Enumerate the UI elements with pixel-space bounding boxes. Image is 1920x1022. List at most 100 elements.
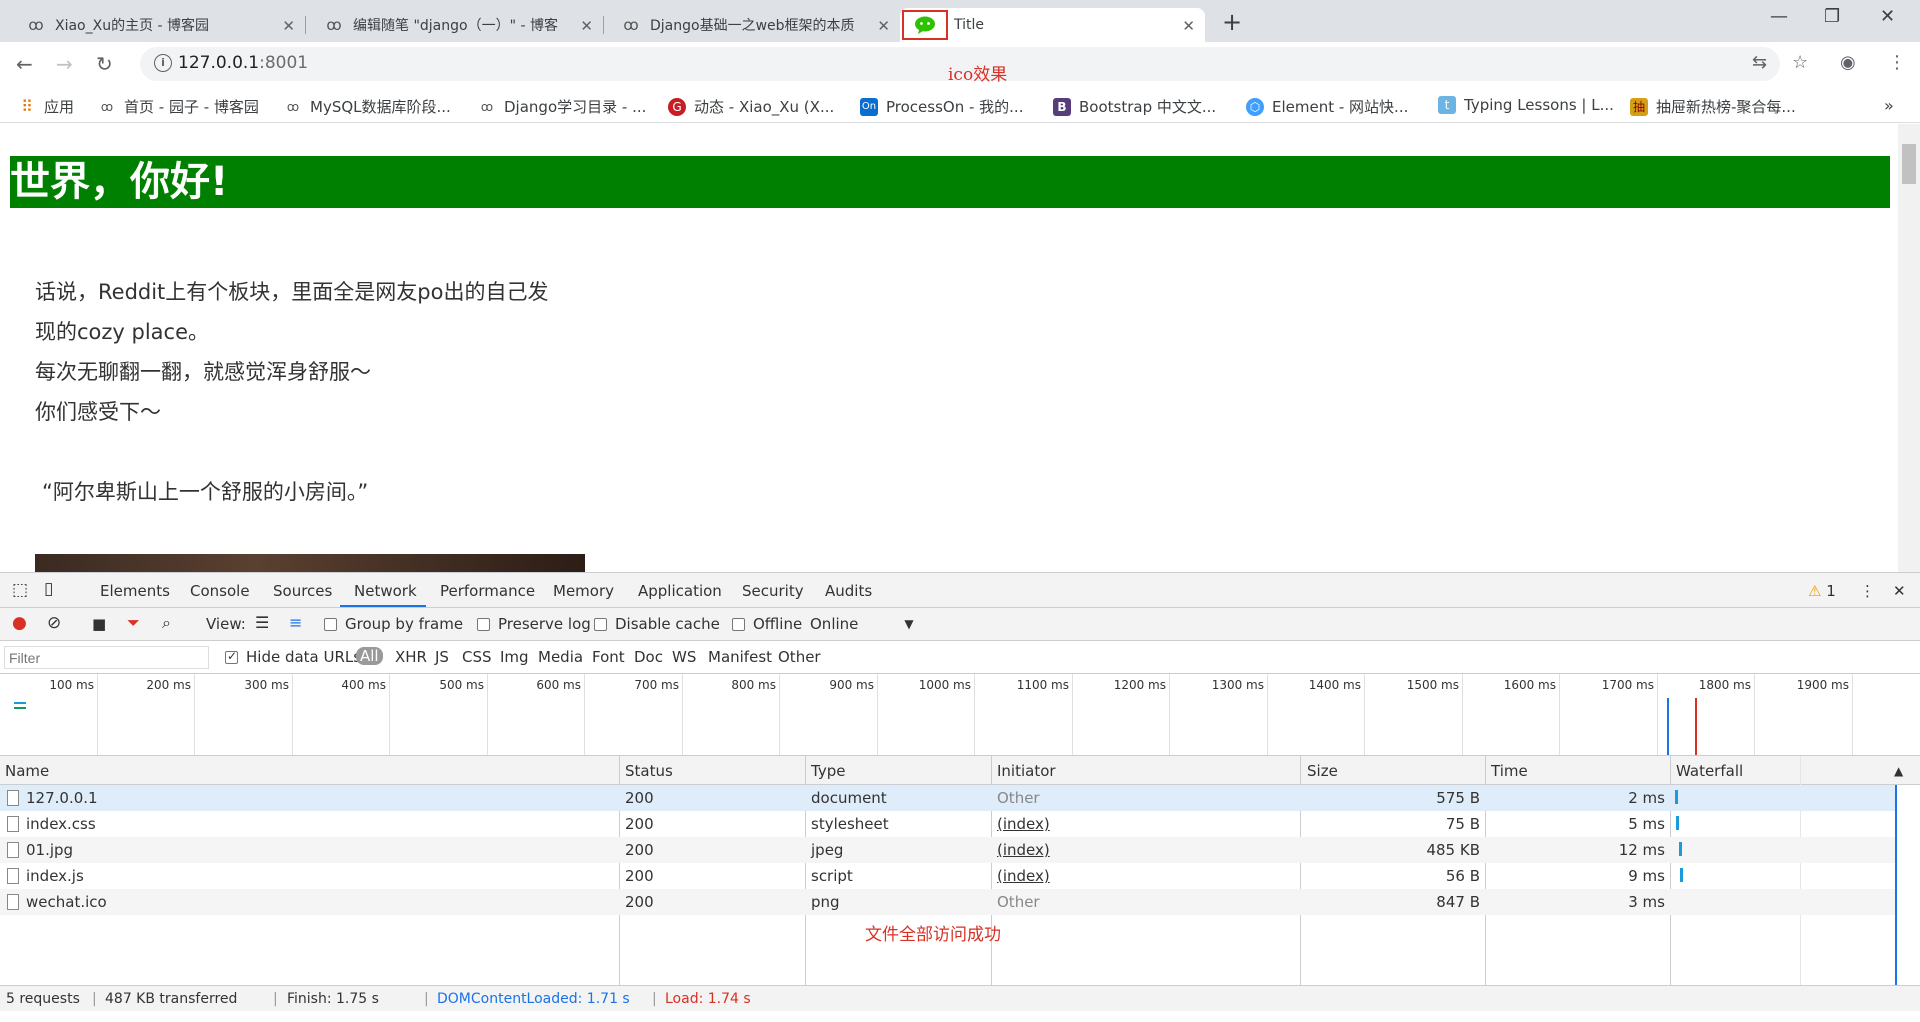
devtools-menu-icon[interactable]: ⋮ (1860, 582, 1875, 600)
bookmark-item[interactable]: ꝏ MySQL数据库阶段... (284, 96, 451, 117)
table-row[interactable]: 127.0.0.1 200 document Other 575 B 2 ms (0, 785, 1895, 811)
request-initiator[interactable]: (index) (997, 867, 1050, 885)
bookmark-item[interactable]: B Bootstrap 中文文... (1053, 96, 1216, 117)
browser-tab-active[interactable]: Title ✕ (900, 8, 1205, 42)
info-icon[interactable]: i (154, 54, 172, 72)
profile-icon[interactable]: ◉ (1840, 52, 1856, 73)
filter-type-doc[interactable]: Doc (634, 648, 663, 666)
checkbox[interactable] (477, 617, 490, 631)
browser-tab[interactable]: ꝏ 编辑随笔 "django（一）" - 博客 ✕ (313, 8, 604, 42)
search-icon[interactable]: ⌕ (162, 613, 171, 633)
forward-icon[interactable]: → (56, 52, 73, 76)
device-toolbar-icon[interactable]: ▯ (44, 579, 53, 599)
offline-checkbox[interactable]: Offline (732, 615, 802, 633)
tab-network[interactable]: Network (354, 582, 417, 600)
page-scrollbar[interactable] (1898, 124, 1920, 572)
close-icon[interactable]: ✕ (282, 17, 295, 35)
column-waterfall[interactable]: Waterfall (1676, 762, 1743, 780)
tab-performance[interactable]: Performance (440, 582, 535, 600)
restore-icon[interactable]: ❐ (1824, 6, 1840, 27)
table-row[interactable]: index.js 200 script (index) 56 B 9 ms (0, 863, 1895, 889)
warning-icon[interactable]: ⚠ 1 (1808, 582, 1836, 600)
preserve-log-checkbox[interactable]: Preserve log (477, 615, 591, 633)
filter-type-css[interactable]: CSS (462, 648, 492, 666)
disable-cache-checkbox[interactable]: Disable cache (594, 615, 720, 633)
table-row[interactable]: wechat.ico 200 png Other 847 B 3 ms (0, 889, 1895, 915)
filter-type-font[interactable]: Font (592, 648, 625, 666)
bookmarks-more-button[interactable]: » (1884, 96, 1894, 115)
waterfall-view-icon[interactable]: ≡ (289, 613, 302, 632)
checkbox[interactable] (594, 617, 607, 631)
network-toolbar: ● ⊘ ■ ⏷ ⌕ View: ☰ ≡ Group by frame Prese… (0, 608, 1920, 641)
translate-icon[interactable]: ⇆ (1752, 52, 1767, 73)
filter-type-xhr[interactable]: XHR (395, 648, 427, 666)
waterfall-bar (1680, 868, 1683, 882)
filter-type-img[interactable]: Img (500, 648, 529, 666)
bookmark-item[interactable]: G 动态 - Xiao_Xu (X... (668, 96, 834, 117)
filter-type-other[interactable]: Other (778, 648, 821, 666)
column-time[interactable]: Time (1491, 762, 1528, 780)
menu-icon[interactable]: ⋮ (1888, 52, 1906, 73)
filter-type-js[interactable]: JS (435, 648, 449, 666)
checkbox[interactable] (732, 617, 745, 631)
close-icon[interactable]: ✕ (1182, 17, 1195, 35)
checkbox[interactable] (324, 617, 337, 631)
minimize-icon[interactable]: — (1770, 6, 1788, 27)
back-icon[interactable]: ← (16, 52, 33, 76)
network-overview[interactable]: 100 ms 200 ms 300 ms 400 ms 500 ms 600 ms 700 … (0, 674, 1920, 756)
tab-console[interactable]: Console (190, 582, 250, 600)
sort-up-icon[interactable]: ▲ (1894, 764, 1903, 778)
record-icon[interactable]: ● (12, 613, 27, 633)
browser-tab[interactable]: ꝏ Django基础一之web框架的本质 ✕ (610, 8, 900, 42)
checkbox[interactable] (225, 649, 238, 664)
browser-tab[interactable]: ꝏ Xiao_Xu的主页 - 博客园 ✕ (15, 8, 306, 42)
tab-application[interactable]: Application (638, 582, 722, 600)
large-rows-icon[interactable]: ☰ (255, 613, 269, 632)
filter-type-media[interactable]: Media (538, 648, 583, 666)
new-tab-button[interactable]: + (1222, 8, 1242, 36)
inspect-element-icon[interactable]: ⬚ (12, 580, 28, 600)
bookmark-apps[interactable]: ⠿ 应用 (18, 96, 74, 117)
bookmark-item[interactable]: ꝏ 首页 - 园子 - 博客园 (98, 96, 259, 117)
filter-type-manifest[interactable]: Manifest (708, 648, 772, 666)
column-status[interactable]: Status (625, 762, 673, 780)
load-time: Load: 1.74 s (665, 991, 751, 1007)
bookmark-item[interactable]: 抽抽屉新热榜-聚合每... (1630, 96, 1796, 117)
bookmark-star-icon[interactable]: ☆ (1792, 52, 1808, 73)
column-size[interactable]: Size (1307, 762, 1338, 780)
group-by-frame-checkbox[interactable]: Group by frame (324, 615, 463, 633)
success-annotation: 文件全部访问成功 (865, 925, 1001, 945)
tab-audits[interactable]: Audits (825, 582, 872, 600)
window-close-icon[interactable]: ✕ (1880, 6, 1895, 27)
capture-screenshots-icon[interactable]: ■ (92, 615, 106, 633)
filter-input[interactable] (4, 646, 209, 669)
filter-type-ws[interactable]: WS (672, 648, 696, 666)
hide-data-urls-checkbox[interactable]: Hide data URLs (225, 648, 361, 666)
column-name[interactable]: Name (5, 762, 49, 780)
bookmark-item[interactable]: ⬡ Element - 网站快... (1246, 96, 1408, 117)
close-icon[interactable]: ✕ (877, 17, 890, 35)
tab-elements[interactable]: Elements (100, 582, 170, 600)
tab-memory[interactable]: Memory (553, 582, 614, 600)
bookmark-item[interactable]: t Typing Lessons | L... (1438, 96, 1614, 114)
filter-type-all[interactable]: All (356, 647, 383, 665)
throttle-select[interactable]: Online ▼ (810, 615, 914, 633)
filter-icon[interactable]: ⏷ (127, 613, 140, 633)
reload-icon[interactable]: ↻ (96, 52, 113, 76)
url-text[interactable]: 127.0.0.1:8001 (178, 53, 308, 73)
clear-icon[interactable]: ⊘ (47, 613, 61, 633)
request-time: 12 ms (1618, 841, 1665, 859)
column-initiator[interactable]: Initiator (997, 762, 1056, 780)
table-row[interactable]: index.css 200 stylesheet (index) 75 B 5 … (0, 811, 1895, 837)
bookmark-item[interactable]: On ProcessOn - 我的... (860, 96, 1023, 117)
column-type[interactable]: Type (811, 762, 845, 780)
close-icon[interactable]: ✕ (580, 17, 593, 35)
bookmark-item[interactable]: ꝏ Django学习目录 - ... (478, 96, 647, 117)
request-initiator[interactable]: (index) (997, 841, 1050, 859)
devtools-close-icon[interactable]: ✕ (1893, 582, 1906, 600)
tab-security[interactable]: Security (742, 582, 804, 600)
request-initiator[interactable]: (index) (997, 815, 1050, 833)
tab-sources[interactable]: Sources (273, 582, 332, 600)
scrollbar-thumb[interactable] (1902, 144, 1916, 184)
table-row[interactable]: 01.jpg 200 jpeg (index) 485 KB 12 ms (0, 837, 1895, 863)
